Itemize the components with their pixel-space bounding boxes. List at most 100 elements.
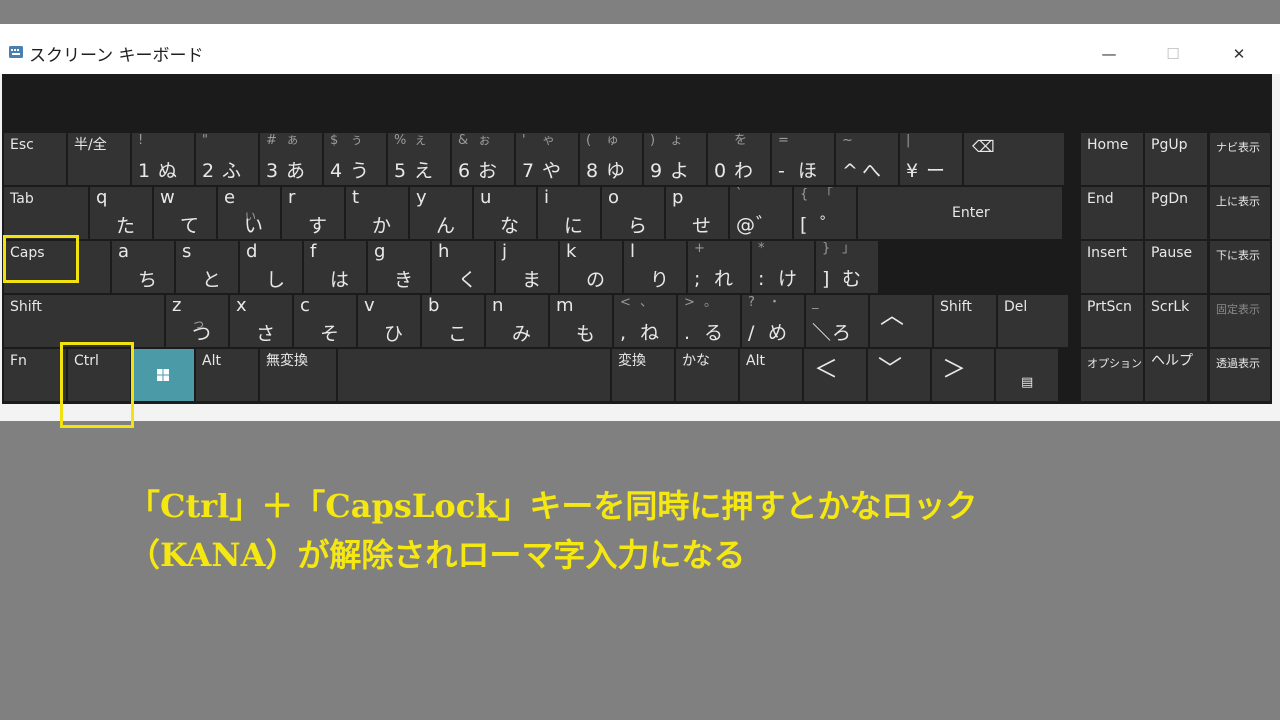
key-space[interactable]: 変換: [612, 349, 674, 401]
key-symbol[interactable]: | ¥ ー: [900, 133, 962, 185]
key-1[interactable]: ! 1 ぬ: [132, 133, 194, 185]
arrow-down-icon: ﹀: [878, 355, 902, 383]
arrow-right-key[interactable]: ＞: [932, 349, 994, 401]
key-shift[interactable]: Shift: [4, 295, 164, 347]
key-7[interactable]: ' ゃ 7 や: [516, 133, 578, 185]
key-letter: j: [502, 241, 508, 262]
maximize-button[interactable]: ☐: [1150, 38, 1196, 70]
key-9[interactable]: ) ょ 9 よ: [644, 133, 706, 185]
key-small-kana: ぅ: [350, 133, 364, 148]
backspace-key[interactable]: ⌫: [964, 133, 1064, 185]
key-letter: w: [160, 187, 175, 208]
key-shift-symbol: <: [620, 295, 631, 310]
key-alt[interactable]: Alt: [196, 349, 258, 401]
key-j[interactable]: jま: [496, 241, 558, 293]
key-symbol[interactable]: ` @ ゛: [730, 187, 792, 239]
key-l[interactable]: lり: [624, 241, 686, 293]
key-u[interactable]: uな: [474, 187, 536, 239]
key-pause[interactable]: Pause: [1145, 241, 1207, 293]
key-prtscn[interactable]: PrtScn: [1081, 295, 1143, 347]
key-del[interactable]: Del: [998, 295, 1068, 347]
key-s[interactable]: sと: [176, 241, 238, 293]
key-alt[interactable]: Alt: [740, 349, 802, 401]
key-symbol[interactable]: ? ・ / め: [742, 295, 804, 347]
key-enter[interactable]: Enter: [858, 187, 1062, 239]
key-space[interactable]: 上に表示: [1210, 187, 1270, 239]
key-f[interactable]: fは: [304, 241, 366, 293]
key-shift-symbol: `: [736, 187, 743, 202]
key-space[interactable]: 透過表示: [1210, 349, 1270, 401]
key-symbol[interactable]: = - ほ: [772, 133, 834, 185]
arrow-down-key[interactable]: ﹀: [868, 349, 930, 401]
key-small-kana: ゅ: [606, 133, 620, 148]
key-home[interactable]: Home: [1081, 133, 1143, 185]
key-space[interactable]: かな: [676, 349, 738, 401]
key-k[interactable]: kの: [560, 241, 622, 293]
key-c[interactable]: cそ: [294, 295, 356, 347]
key-symbol[interactable]: *: け: [752, 241, 814, 293]
key-e[interactable]: eぃい: [218, 187, 280, 239]
key-m[interactable]: mも: [550, 295, 612, 347]
key-symbol[interactable]: } 」] む: [816, 241, 878, 293]
key-kana: え: [414, 160, 434, 182]
key-5[interactable]: % ぇ 5 え: [388, 133, 450, 185]
key-z[interactable]: zっつ: [166, 295, 228, 347]
key-g[interactable]: gき: [368, 241, 430, 293]
key-pgdn[interactable]: PgDn: [1145, 187, 1207, 239]
key-r[interactable]: rす: [282, 187, 344, 239]
key-8[interactable]: (ゅ 8 ゆ: [580, 133, 642, 185]
key-o[interactable]: oら: [602, 187, 664, 239]
key-symbol[interactable]: > 。. る: [678, 295, 740, 347]
key-symbol[interactable]: ~ ^ へ: [836, 133, 898, 185]
key-end[interactable]: End: [1081, 187, 1143, 239]
key-tab[interactable]: Tab: [4, 187, 88, 239]
key-b[interactable]: bこ: [422, 295, 484, 347]
windows-key[interactable]: [132, 349, 194, 401]
key-q[interactable]: qた: [90, 187, 152, 239]
key-space[interactable]: 下に表示: [1210, 241, 1270, 293]
key-space[interactable]: [338, 349, 610, 401]
minimize-button[interactable]: —: [1086, 38, 1132, 70]
key-pgup[interactable]: PgUp: [1145, 133, 1207, 185]
key-space[interactable]: 半/全: [68, 133, 130, 185]
key-symbol[interactable]: {「 [゜: [794, 187, 856, 239]
key-i[interactable]: iに: [538, 187, 600, 239]
key-p[interactable]: pせ: [666, 187, 728, 239]
key-space[interactable]: ナビ表示: [1210, 133, 1270, 185]
key-space[interactable]: 無変換: [260, 349, 336, 401]
key-y[interactable]: yん: [410, 187, 472, 239]
key-2[interactable]: " 2 ふ: [196, 133, 258, 185]
arrow-left-key[interactable]: ＜: [804, 349, 866, 401]
key-symbol[interactable]: < 、, ね: [614, 295, 676, 347]
key-v[interactable]: vひ: [358, 295, 420, 347]
key-n[interactable]: nみ: [486, 295, 548, 347]
close-button[interactable]: ✕: [1216, 38, 1262, 70]
key-symbol[interactable]: +; れ: [688, 241, 750, 293]
windows-icon: [157, 369, 169, 381]
key-shift[interactable]: Shift: [934, 295, 996, 347]
key-w[interactable]: wて: [154, 187, 216, 239]
key-insert[interactable]: Insert: [1081, 241, 1143, 293]
key-scrlk[interactable]: ScrLk: [1145, 295, 1207, 347]
key-4[interactable]: $ ぅ 4 う: [324, 133, 386, 185]
key-label: 変換: [618, 353, 646, 369]
key-symbol: ¥: [906, 160, 919, 182]
key-6[interactable]: & ぉ 6 お: [452, 133, 514, 185]
key-t[interactable]: tか: [346, 187, 408, 239]
key-x[interactable]: xさ: [230, 295, 292, 347]
key-h[interactable]: hく: [432, 241, 494, 293]
key-space[interactable]: ヘルプ: [1145, 349, 1207, 401]
key-letter: f: [310, 241, 317, 262]
key-symbol[interactable]: _ ＼ ろ: [806, 295, 868, 347]
arrow-up-key[interactable]: ︿: [870, 295, 932, 347]
key-fn[interactable]: Fn: [4, 349, 66, 401]
key-a[interactable]: aち: [112, 241, 174, 293]
key-space[interactable]: 固定表示: [1210, 295, 1270, 347]
key-0[interactable]: を0わ: [708, 133, 770, 185]
key-d[interactable]: dし: [240, 241, 302, 293]
key-letter: x: [236, 295, 247, 316]
key-3[interactable]: # ぁ 3 あ: [260, 133, 322, 185]
context-menu-key[interactable]: ▤: [996, 349, 1058, 401]
key-space[interactable]: オプション: [1081, 349, 1143, 401]
key-esc[interactable]: Esc: [4, 133, 66, 185]
